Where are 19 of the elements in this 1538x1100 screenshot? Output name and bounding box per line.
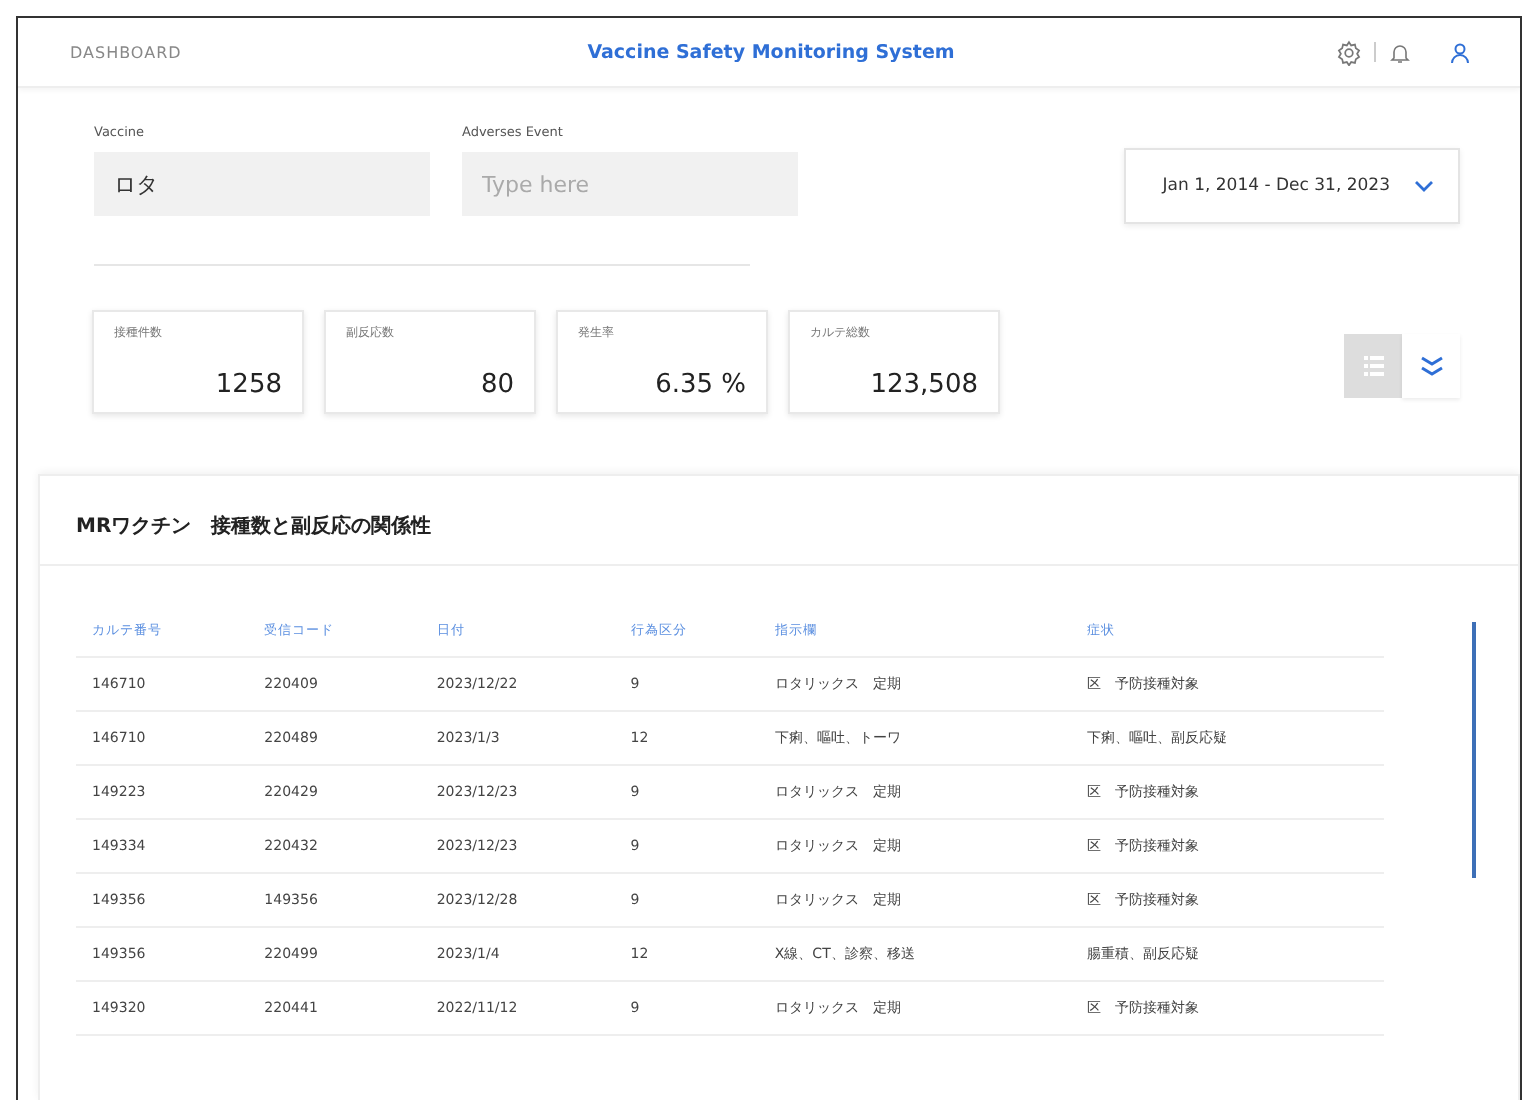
double-chevron-icon [1419,356,1443,376]
view-toggle-button[interactable] [1344,334,1402,398]
list-icon [1363,356,1383,376]
adverse-event-field[interactable]: Type here [462,152,798,216]
app-title: Vaccine Safety Monitoring System [585,41,957,63]
table-title: MRワクチン 接種数と副反応の関係性 [40,476,1518,566]
stat-value: 6.35 % [653,370,746,400]
stat-value: 123,508 [868,370,978,400]
settings-icon[interactable] [1336,39,1362,65]
notification-icon[interactable] [1388,39,1412,65]
vaccine-field[interactable]: ロタ [94,152,430,216]
user-icon[interactable] [1448,39,1472,65]
chevron-down-icon [1414,180,1434,192]
stat-value: 1258 [213,370,282,400]
scrollbar[interactable] [1472,622,1476,878]
date-range-dropdown[interactable]: Jan 1, 2014 - Dec 31, 2023 [1124,148,1460,224]
section-label: DASHBOARD [70,43,184,61]
view-toggle-button[interactable] [1402,334,1460,398]
stat-value: 80 [478,370,514,400]
